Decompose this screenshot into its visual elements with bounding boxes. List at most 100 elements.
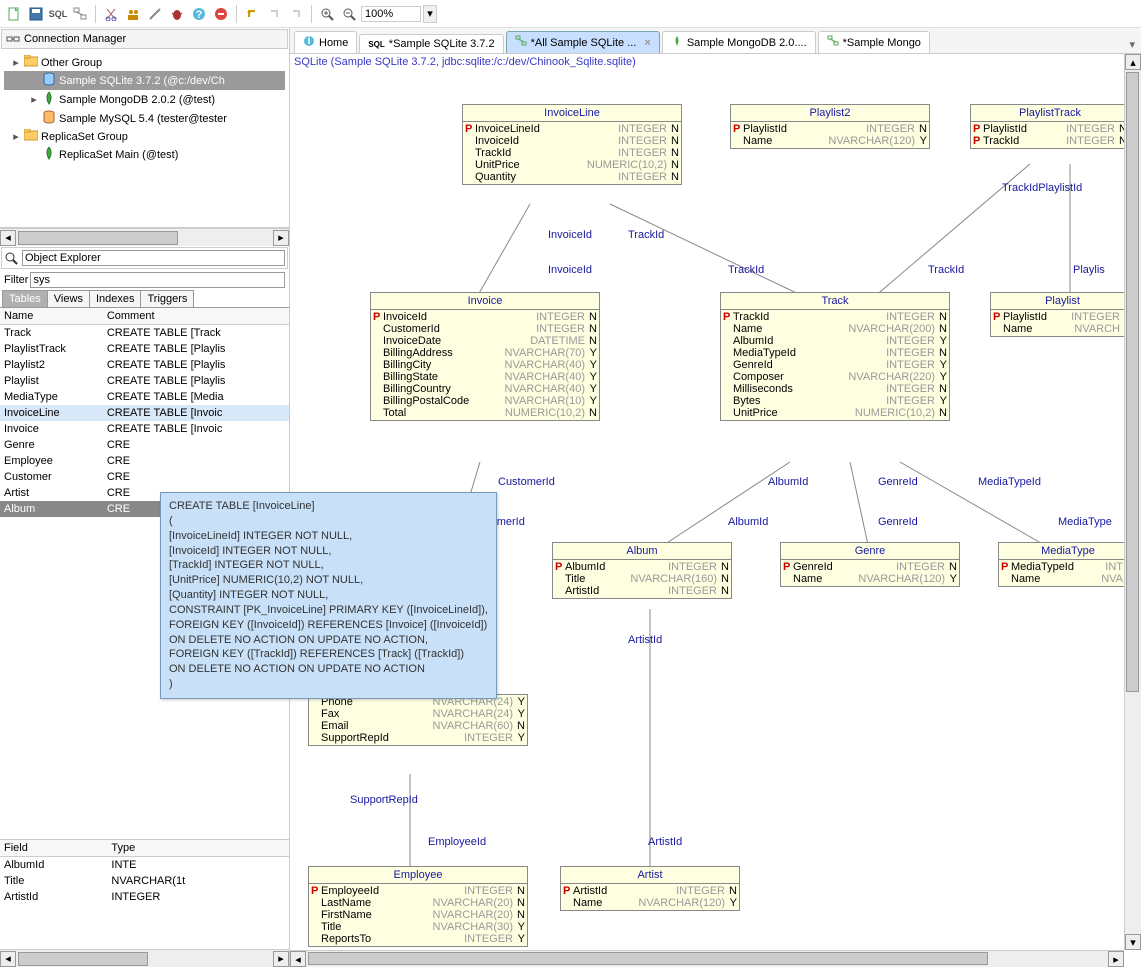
fields-list[interactable]: FieldTypeAlbumIdINTETitleNVARCHAR(1tArti… bbox=[0, 839, 289, 949]
scroll-right-icon[interactable]: ▸ bbox=[273, 230, 289, 246]
db-table-artist[interactable]: ArtistPArtistIdINTEGERNNameNVARCHAR(120)… bbox=[560, 866, 740, 911]
scroll-down-icon[interactable]: ▾ bbox=[1125, 934, 1141, 950]
table-title: MediaType bbox=[999, 543, 1137, 560]
table-row[interactable]: InvoiceCREATE TABLE [Invoic bbox=[0, 421, 289, 437]
connection-icon bbox=[6, 32, 20, 46]
tree-item[interactable]: ReplicaSet Main (@test) bbox=[4, 145, 285, 164]
tree-item[interactable]: ▸ReplicaSet Group bbox=[4, 128, 285, 145]
filter-label: Filter bbox=[4, 274, 28, 286]
table-title: InvoiceLine bbox=[463, 105, 681, 122]
col-header[interactable]: Comment bbox=[103, 308, 289, 325]
zoom-out-icon[interactable] bbox=[339, 4, 359, 24]
editor-tab[interactable]: Sample MongoDB 2.0.... bbox=[662, 31, 816, 53]
info-icon: i bbox=[303, 35, 315, 50]
zoom-dropdown[interactable]: ▾ bbox=[423, 5, 437, 23]
db-table-playlist[interactable]: PlaylistPPlaylistIdINTEGERNameNVARCH bbox=[990, 292, 1135, 337]
relation-label: MediaTypeId bbox=[978, 476, 1041, 488]
tree-item[interactable]: Sample SQLite 3.7.2 (@c:/dev/Ch bbox=[4, 71, 285, 90]
object-explorer-input[interactable] bbox=[22, 250, 285, 266]
tree-item[interactable]: Sample MySQL 5.4 (tester@tester bbox=[4, 109, 285, 128]
scroll-up-icon[interactable]: ▴ bbox=[1125, 54, 1141, 70]
scroll-right-icon[interactable]: ▸ bbox=[273, 951, 289, 967]
editor-tab[interactable]: *All Sample SQLite ... × bbox=[506, 31, 660, 53]
db-table-mediatype[interactable]: MediaTypePMediaTypeIdINTNameNVA bbox=[998, 542, 1138, 587]
main-toolbar: SQL ? 100% ▾ bbox=[0, 0, 1141, 28]
editor-tab[interactable]: *Sample Mongo bbox=[818, 31, 930, 53]
field-row[interactable]: TitleNVARCHAR(1t bbox=[0, 873, 289, 889]
new-icon[interactable] bbox=[4, 4, 24, 24]
bug-icon[interactable] bbox=[167, 4, 187, 24]
folder-icon bbox=[24, 129, 38, 144]
diagram-icon bbox=[827, 35, 839, 50]
stop-icon[interactable] bbox=[211, 4, 231, 24]
tab-indexes[interactable]: Indexes bbox=[89, 290, 142, 307]
editor-tab[interactable]: SQL*Sample SQLite 3.7.2 bbox=[359, 34, 503, 53]
col-header[interactable]: Name bbox=[0, 308, 103, 325]
tab-menu-icon[interactable]: ▾ bbox=[1123, 36, 1141, 53]
db-table-customertail[interactable]: PhoneNVARCHAR(24)YFaxNVARCHAR(24)YEmailN… bbox=[308, 694, 528, 746]
db-table-playlist2[interactable]: Playlist2PPlaylistIdINTEGERNNameNVARCHAR… bbox=[730, 104, 930, 149]
diagram-icon[interactable] bbox=[70, 4, 90, 24]
redo2-icon[interactable] bbox=[286, 4, 306, 24]
db-table-genre[interactable]: GenrePGenreIdINTEGERNNameNVARCHAR(120)Y bbox=[780, 542, 960, 587]
zoom-input[interactable]: 100% bbox=[361, 6, 421, 22]
col-header[interactable]: Type bbox=[107, 840, 289, 857]
table-title: Playlist2 bbox=[731, 105, 929, 122]
tab-triggers[interactable]: Triggers bbox=[140, 290, 194, 307]
table-title: Artist bbox=[561, 867, 739, 884]
tab-label: *Sample Mongo bbox=[843, 37, 921, 49]
table-row[interactable]: MediaTypeCREATE TABLE [Media bbox=[0, 389, 289, 405]
table-title: Track bbox=[721, 293, 949, 310]
table-row[interactable]: InvoiceLineCREATE TABLE [Invoic bbox=[0, 405, 289, 421]
help-icon[interactable]: ? bbox=[189, 4, 209, 24]
cut-icon[interactable] bbox=[101, 4, 121, 24]
table-row[interactable]: Playlist2CREATE TABLE [Playlis bbox=[0, 357, 289, 373]
col-header[interactable]: Field bbox=[0, 840, 107, 857]
db-table-invoice[interactable]: InvoicePInvoiceIdINTEGERNCustomerIdINTEG… bbox=[370, 292, 600, 421]
db-sqlite-icon bbox=[42, 72, 56, 89]
db-table-track[interactable]: TrackPTrackIdINTEGERNNameNVARCHAR(200)NA… bbox=[720, 292, 950, 421]
tree-item[interactable]: ▸Other Group bbox=[4, 54, 285, 71]
fields-hscroll[interactable]: ◂ ▸ bbox=[0, 949, 289, 967]
redo-icon[interactable] bbox=[264, 4, 284, 24]
table-row[interactable]: GenreCRE bbox=[0, 437, 289, 453]
editor-tab[interactable]: iHome bbox=[294, 31, 357, 53]
scroll-left-icon[interactable]: ◂ bbox=[290, 951, 306, 967]
close-icon[interactable]: × bbox=[644, 37, 650, 49]
field-row[interactable]: AlbumIdINTE bbox=[0, 857, 289, 874]
table-row[interactable]: EmployeeCRE bbox=[0, 453, 289, 469]
table-row[interactable]: TrackCREATE TABLE [Track bbox=[0, 325, 289, 342]
folder-icon bbox=[24, 55, 38, 70]
field-row[interactable]: ArtistIdINTEGER bbox=[0, 889, 289, 905]
table-row[interactable]: PlaylistTrackCREATE TABLE [Playlis bbox=[0, 341, 289, 357]
sql-icon[interactable]: SQL bbox=[48, 4, 68, 24]
mongo-icon bbox=[671, 35, 683, 50]
table-title: Playlist bbox=[991, 293, 1134, 310]
zoom-in-icon[interactable] bbox=[317, 4, 337, 24]
tree-hscroll[interactable]: ◂ ▸ bbox=[0, 228, 289, 246]
scroll-right-icon[interactable]: ▸ bbox=[1108, 951, 1124, 967]
scroll-left-icon[interactable]: ◂ bbox=[0, 230, 16, 246]
scroll-left-icon[interactable]: ◂ bbox=[0, 951, 16, 967]
db-table-employee[interactable]: EmployeePEmployeeIdINTEGERNLastNameNVARC… bbox=[308, 866, 528, 947]
tab-views[interactable]: Views bbox=[47, 290, 90, 307]
save-icon[interactable] bbox=[26, 4, 46, 24]
users-icon[interactable] bbox=[123, 4, 143, 24]
relation-label: GenreId bbox=[878, 516, 918, 528]
canvas-vscroll[interactable]: ▴ ▾ bbox=[1124, 54, 1141, 950]
tools-icon[interactable] bbox=[145, 4, 165, 24]
tree-item[interactable]: ▸Sample MongoDB 2.0.2 (@test) bbox=[4, 90, 285, 109]
undo-icon[interactable] bbox=[242, 4, 262, 24]
separator bbox=[95, 5, 96, 23]
canvas-hscroll[interactable]: ◂ ▸ bbox=[290, 950, 1124, 967]
filter-input[interactable] bbox=[30, 272, 285, 288]
db-table-album[interactable]: AlbumPAlbumIdINTEGERNTitleNVARCHAR(160)N… bbox=[552, 542, 732, 599]
db-table-invoiceline[interactable]: InvoiceLinePInvoiceLineIdINTEGERNInvoice… bbox=[462, 104, 682, 185]
connection-tree[interactable]: ▸Other GroupSample SQLite 3.7.2 (@c:/dev… bbox=[0, 50, 289, 228]
db-table-playlisttrack[interactable]: PlaylistTrackPPlaylistIdINTEGERNPTrackId… bbox=[970, 104, 1130, 149]
tab-tables[interactable]: Tables bbox=[2, 290, 48, 307]
relation-label: MediaType bbox=[1058, 516, 1112, 528]
table-row[interactable]: PlaylistCREATE TABLE [Playlis bbox=[0, 373, 289, 389]
table-row[interactable]: CustomerCRE bbox=[0, 469, 289, 485]
tab-label: *All Sample SQLite ... bbox=[531, 37, 637, 49]
